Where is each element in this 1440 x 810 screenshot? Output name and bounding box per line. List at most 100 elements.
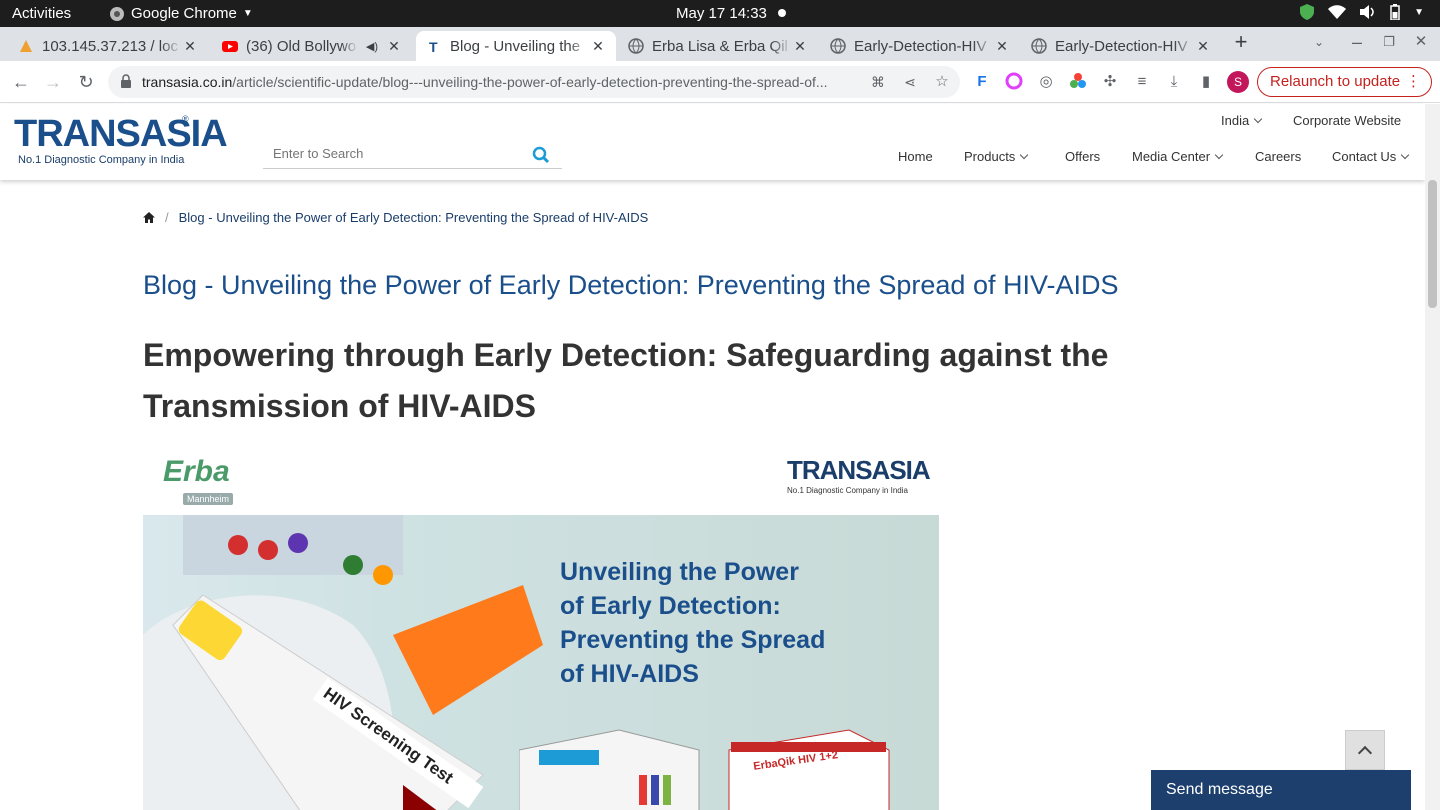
tab-phpmyadmin[interactable]: 103.145.37.213 / loc ✕ (8, 31, 208, 61)
wifi-icon (1328, 5, 1347, 19)
chrome-icon (110, 6, 124, 21)
page-scrollbar[interactable] (1425, 104, 1440, 810)
send-message-button[interactable]: Send message (1151, 770, 1411, 810)
share-icon[interactable]: ⋖ (898, 70, 922, 94)
minimize-icon[interactable]: – (1345, 30, 1369, 54)
extension-color-wheel-icon[interactable] (1068, 72, 1088, 92)
close-icon[interactable]: ✕ (1195, 38, 1211, 55)
tab-title: Early-Detection-HIV (854, 37, 987, 55)
clock[interactable]: May 17 14:33 (676, 5, 767, 22)
media-queue-icon[interactable]: ≡ (1132, 72, 1152, 92)
reload-icon[interactable]: ↻ (74, 70, 98, 94)
kebab-menu-icon[interactable]: ⋮ (1406, 68, 1421, 96)
close-icon[interactable]: ✕ (792, 38, 808, 55)
tab-youtube[interactable]: (36) Old Bollywo ◀) ✕ (212, 31, 412, 61)
chevron-down-icon (1253, 114, 1263, 124)
nav-products[interactable]: Products (964, 149, 1029, 164)
restore-icon[interactable]: ❐ (1377, 30, 1401, 54)
activities-button[interactable]: Activities (12, 5, 71, 22)
corporate-website-link[interactable]: Corporate Website (1293, 113, 1401, 128)
transasia-favicon-icon: T (429, 39, 438, 54)
tab-early-detection-1[interactable]: Early-Detection-HIV ✕ (820, 31, 1020, 61)
close-icon[interactable]: ✕ (182, 38, 198, 55)
banner-brand-tag: No.1 Diagnostic Company in India (787, 486, 908, 495)
tab-blog-active[interactable]: T Blog - Unveiling the ✕ (416, 31, 616, 61)
nav-careers[interactable]: Careers (1255, 149, 1301, 164)
chevron-down-icon (1401, 150, 1410, 160)
caret-down-icon: ▼ (1414, 6, 1424, 18)
nav-label: Products (964, 149, 1016, 164)
erba-logo: Erba Mannheim (163, 455, 234, 507)
breadcrumb: / Blog - Unveiling the Power of Early De… (143, 210, 648, 225)
article-banner-image: Erba Mannheim TRANSASIA No.1 Diagnostic … (143, 445, 939, 810)
address-bar[interactable]: transasia.co.in/article/scientific-updat… (108, 66, 960, 98)
extension-color-circle-icon[interactable] (1004, 72, 1024, 92)
tab-early-detection-2[interactable]: Early-Detection-HIV ✕ (1021, 31, 1221, 61)
scrollbar-thumb[interactable] (1428, 180, 1437, 308)
logo-tagline: No.1 Diagnostic Company in India (18, 154, 185, 166)
breadcrumb-current[interactable]: Blog - Unveiling the Power of Early Dete… (179, 210, 649, 225)
home-icon[interactable] (143, 212, 155, 223)
app-menu[interactable]: Google Chrome ▼ (109, 5, 253, 22)
tab-erba[interactable]: Erba Lisa & Erba Qil ✕ (618, 31, 818, 61)
erba-sub: Mannheim (183, 493, 234, 505)
banner-transasia-logo: TRANSASIA No.1 Diagnostic Company in Ind… (787, 455, 931, 495)
translate-icon[interactable]: ⌘ (866, 70, 890, 94)
headline-line: Preventing the Spread (560, 626, 826, 654)
erba-wordmark: Erba (163, 455, 230, 488)
chevron-down-icon (1214, 150, 1224, 160)
profile-avatar[interactable]: S (1227, 71, 1249, 93)
close-icon[interactable]: ✕ (386, 38, 402, 55)
region-selector[interactable]: India (1221, 113, 1263, 128)
extension-code-icon[interactable]: ◎ (1036, 72, 1056, 92)
window-close-icon[interactable]: ✕ (1409, 30, 1433, 54)
close-icon[interactable]: ✕ (590, 38, 606, 55)
registered-mark: ® (182, 114, 189, 124)
system-tray[interactable]: ▼ (1300, 4, 1424, 20)
page-title: Blog - Unveiling the Power of Early Dete… (143, 270, 1119, 300)
banner-headline: Unveiling the Power of Early Detection: … (560, 555, 825, 691)
chevron-down-icon (1020, 150, 1029, 160)
search-icon[interactable] (532, 146, 550, 164)
caret-down-icon: ▼ (242, 8, 253, 19)
site-header: TRANSASIA ® No.1 Diagnostic Company in I… (0, 104, 1425, 180)
side-panel-icon[interactable]: ▮ (1196, 72, 1216, 92)
nav-contact-us[interactable]: Contact Us (1332, 149, 1410, 164)
new-tab-plus-icon[interactable]: + (1229, 30, 1253, 54)
tab-title: Erba Lisa & Erba Qil (652, 37, 788, 55)
nav-label: Media Center (1132, 149, 1211, 164)
scroll-to-top-button[interactable] (1345, 730, 1385, 770)
search-input[interactable] (263, 142, 523, 165)
close-icon[interactable]: ✕ (994, 38, 1010, 55)
nav-home[interactable]: Home (898, 149, 933, 164)
transasia-logo[interactable]: TRANSASIA ® No.1 Diagnostic Company in I… (14, 114, 228, 166)
back-arrow-icon[interactable]: ← (9, 70, 33, 94)
article-subtitle: Empowering through Early Detection: Safe… (143, 337, 1109, 424)
nav-offers[interactable]: Offers (1065, 149, 1100, 164)
forward-arrow-icon[interactable]: → (41, 70, 65, 94)
tab-search-chevron-icon[interactable]: ⌄ (1307, 30, 1331, 54)
shield-icon (1300, 4, 1315, 20)
url-text: transasia.co.in/article/scientific-updat… (142, 74, 882, 90)
lock-icon (121, 74, 131, 88)
tab-title: (36) Old Bollywo (246, 37, 357, 55)
tab-title: Early-Detection-HIV (1055, 37, 1188, 55)
volume-icon (1360, 5, 1374, 19)
page-content: / Blog - Unveiling the Power of Early De… (0, 180, 1425, 810)
relaunch-label: Relaunch to update (1270, 73, 1401, 90)
banner-photo: HIV Screening Test Unveiling the Power o… (143, 515, 939, 810)
battery-icon (1390, 4, 1400, 20)
bookmark-star-icon[interactable]: ☆ (930, 70, 954, 94)
headline-line: Unveiling the Power (560, 558, 799, 586)
extension-fi-icon[interactable]: F (972, 72, 992, 92)
notification-dot (778, 9, 786, 17)
speaker-icon: ◀) (365, 40, 378, 53)
globe-icon (628, 38, 644, 54)
puzzle-extensions-icon[interactable]: ✣ (1100, 72, 1120, 92)
relaunch-button[interactable]: Relaunch to update ⋮ (1257, 67, 1432, 97)
download-icon[interactable]: ⤓ (1164, 72, 1184, 92)
chevron-up-icon (1357, 745, 1373, 761)
tab-strip: 103.145.37.213 / loc ✕ (36) Old Bollywo … (0, 27, 1440, 81)
nav-media-center[interactable]: Media Center (1132, 149, 1224, 164)
youtube-icon (222, 41, 238, 52)
